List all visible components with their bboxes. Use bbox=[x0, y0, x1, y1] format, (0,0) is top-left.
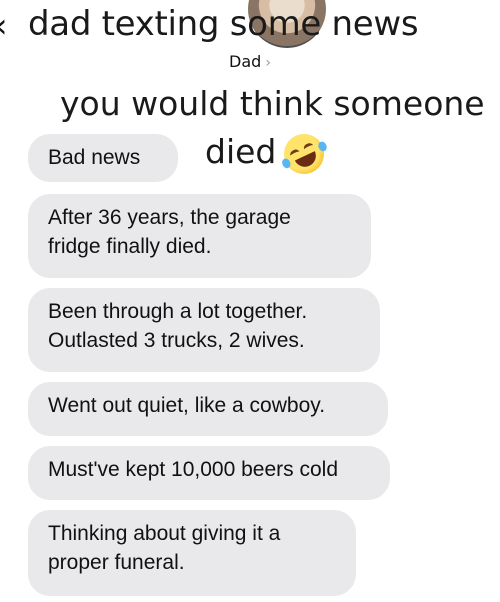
message-text-line: After 36 years, the garage bbox=[48, 206, 291, 229]
message-text: Must've kept 10,000 beers cold bbox=[48, 458, 339, 481]
message-bubble[interactable]: Bad news bbox=[28, 134, 178, 182]
overlay-caption-top: dad texting some news bbox=[28, 4, 419, 44]
message-text: Went out quiet, like a cowboy. bbox=[48, 394, 326, 417]
contact-name-button[interactable]: Dad › bbox=[0, 52, 500, 71]
overlay-caption-middle: you would think someone bbox=[60, 84, 485, 123]
message-text-line: fridge finally died. bbox=[48, 235, 212, 258]
message-bubble[interactable]: Went out quiet, like a cowboy. bbox=[28, 382, 388, 436]
chevron-right-icon: › bbox=[265, 55, 271, 71]
message-text: Bad news bbox=[48, 146, 141, 169]
message-text-line: proper funeral. bbox=[48, 551, 185, 574]
message-bubble[interactable]: Thinking about giving it a proper funera… bbox=[28, 510, 356, 596]
rolling-on-floor-laughing-emoji-icon bbox=[277, 127, 331, 181]
message-bubble[interactable]: Been through a lot together. Outlasted 3… bbox=[28, 288, 380, 372]
message-text-line: Outlasted 3 trucks, 2 wives. bbox=[48, 329, 305, 352]
contact-name: Dad bbox=[229, 52, 262, 71]
overlay-caption-died: died bbox=[205, 132, 277, 171]
back-chevron-icon[interactable]: ‹ bbox=[0, 6, 8, 46]
message-bubble[interactable]: Must've kept 10,000 beers cold bbox=[28, 446, 390, 500]
message-text-line: Thinking about giving it a bbox=[48, 522, 281, 545]
message-text-line: Been through a lot together. bbox=[48, 300, 308, 323]
message-bubble[interactable]: After 36 years, the garage fridge finall… bbox=[28, 194, 371, 278]
